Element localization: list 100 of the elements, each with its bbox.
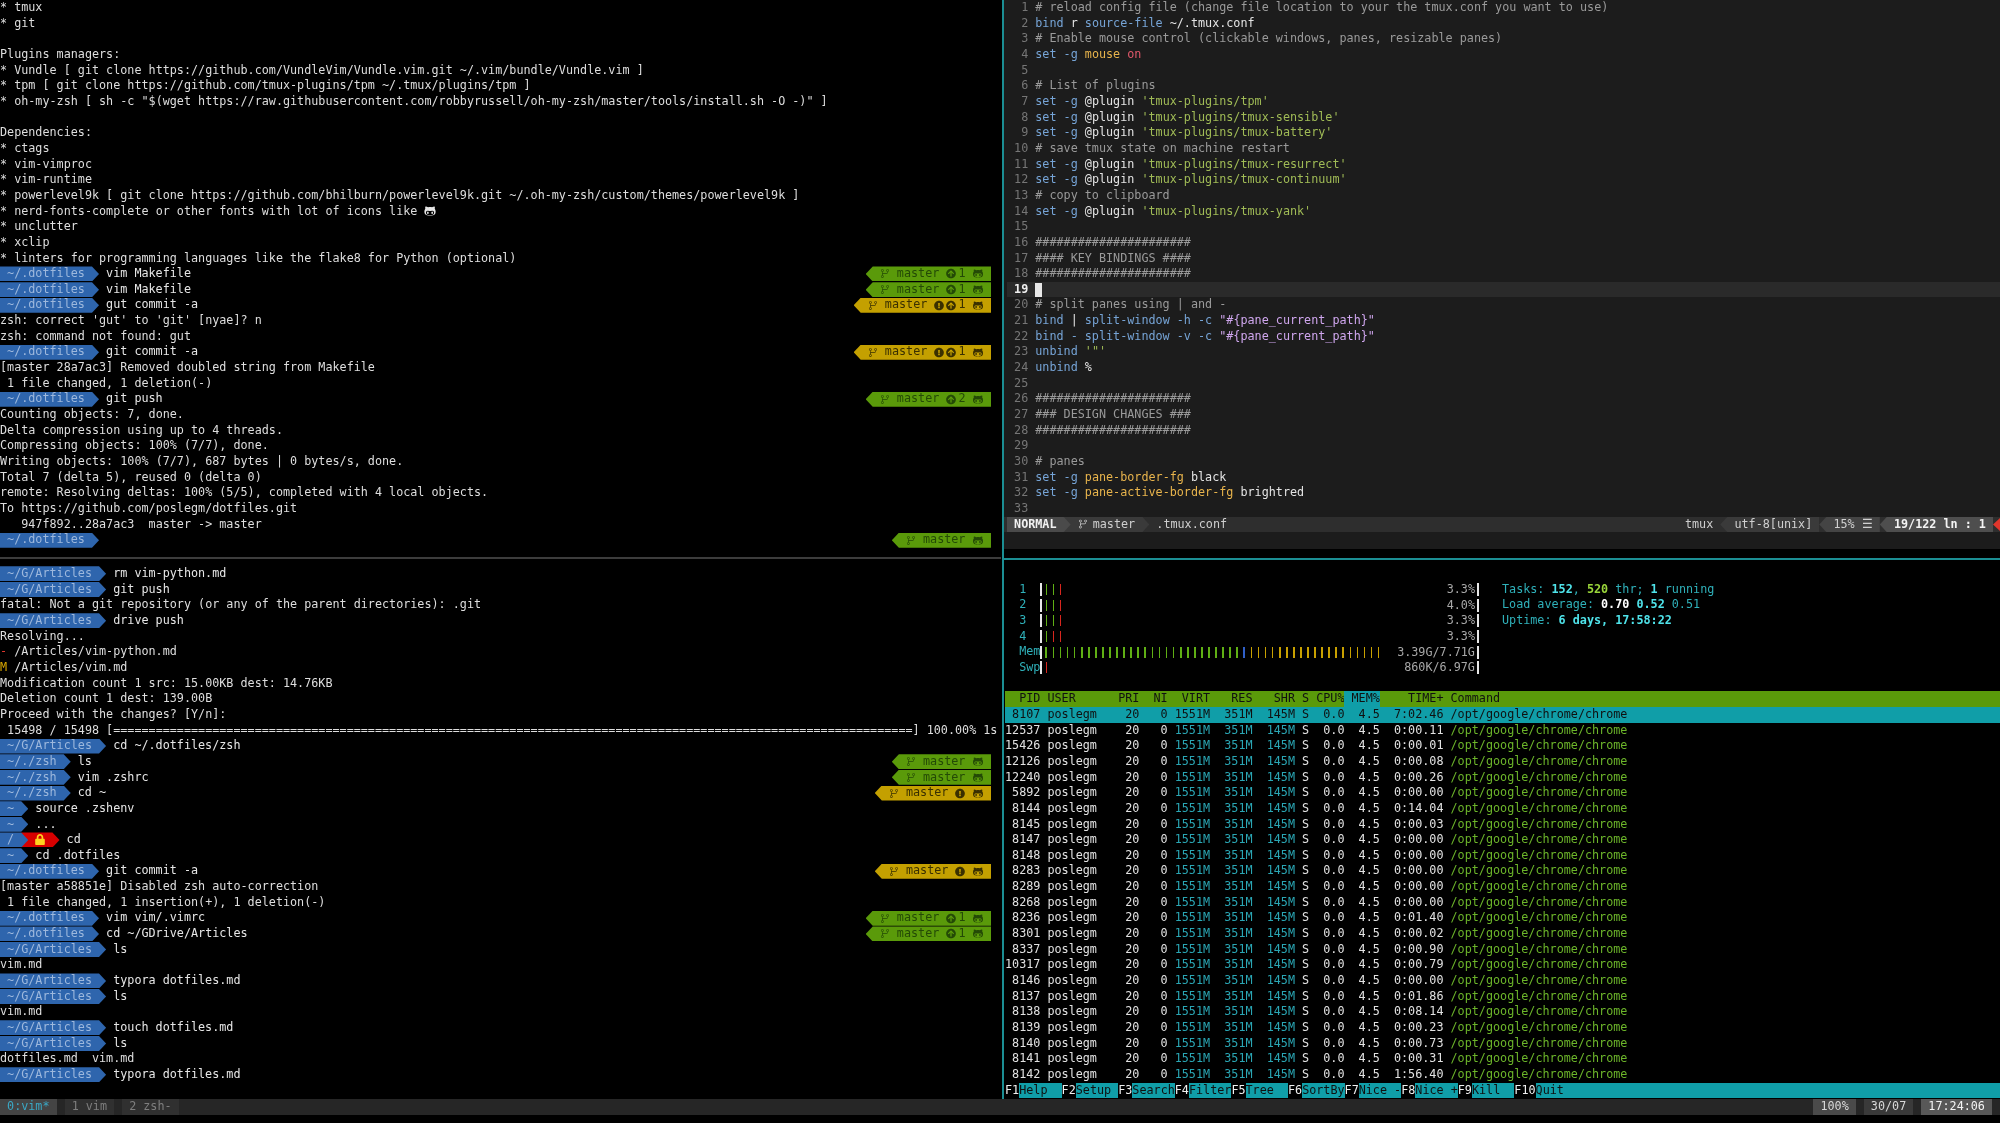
table-cell: 1551M — [1174, 847, 1211, 864]
column-header[interactable]: RES — [1231, 691, 1253, 707]
process-row[interactable]: 8140 poslegm 20 0 1551M 351M 145M S 0.0 4.5 0:00.73 /opt/google/chrome/chrome — [1005, 1035, 2000, 1052]
function-key-button[interactable]: Help — [1019, 1082, 1062, 1099]
process-row[interactable]: 8142 poslegm 20 0 1551M 351M 145M S 0.0 4.5 1:56.40 /opt/google/chrome/chrome — [1005, 1067, 2000, 1083]
table-cell: 20 — [1125, 722, 1140, 739]
process-row[interactable]: 12240 poslegm 20 0 1551M 351M 145M S 0.0 4.5 0:00.26 /opt/google/chrome/chrome — [1005, 769, 2000, 786]
column-header[interactable]: Command — [1450, 691, 1501, 707]
process-row[interactable]: 10317 poslegm 20 0 1551M 351M 145M S 0.0 4.5 0:00.79 /opt/google/chrome/chrome — [1005, 957, 2000, 974]
ahead-count: 1 — [958, 266, 966, 282]
table-cell: 145M — [1266, 863, 1295, 880]
function-key-button[interactable]: Nice + — [1415, 1082, 1458, 1099]
column-header[interactable]: CPU% — [1316, 691, 1345, 707]
prompt-path: ~/.dotfiles — [0, 863, 100, 879]
process-row[interactable]: 8148 poslegm 20 0 1551M 351M 145M S 0.0 4.5 0:00.00 /opt/google/chrome/chrome — [1005, 847, 2000, 864]
process-row[interactable]: 15426 poslegm 20 0 1551M 351M 145M S 0.0 4.5 0:00.01 /opt/google/chrome/chrome — [1005, 738, 2000, 754]
table-cell: 0.0 — [1323, 738, 1345, 754]
table-cell: 0 — [1160, 863, 1168, 880]
window-tab[interactable]: 2 zsh- — [122, 1099, 179, 1115]
process-row[interactable]: 8337 poslegm 20 0 1551M 351M 145M S 0.0 4.5 0:00.90 /opt/google/chrome/chrome — [1005, 941, 2000, 958]
cat-icon — [972, 534, 983, 546]
function-key-button[interactable]: Nice - — [1358, 1082, 1402, 1099]
table-cell: 1551M — [1174, 910, 1211, 927]
column-header[interactable]: SHR — [1273, 691, 1295, 707]
table-cell: 12126 — [1005, 753, 1041, 770]
code-text: bind r source-file ~/.tmux.conf — [1035, 15, 1255, 32]
table-cell: poslegm — [1047, 973, 1097, 989]
table-cell: poslegm — [1047, 753, 1097, 770]
function-key-button[interactable]: Quit — [1535, 1082, 1578, 1099]
meter-label: 2 — [1019, 597, 1027, 613]
table-cell: poslegm — [1047, 722, 1097, 739]
process-row[interactable]: 12537 poslegm 20 0 1551M 351M 145M S 0.0 4.5 0:00.11 /opt/google/chrome/chrome — [1005, 722, 2000, 739]
meter-label: Mem — [1019, 644, 1041, 660]
change-mark: M — [0, 659, 8, 676]
column-header[interactable]: NI — [1153, 691, 1168, 707]
table-cell: poslegm — [1047, 894, 1097, 911]
table-cell: S — [1302, 800, 1310, 817]
code-text: #### KEY BINDINGS #### — [1035, 250, 1191, 267]
table-cell: 8236 — [1012, 910, 1041, 927]
table-cell: 145M — [1266, 973, 1295, 989]
column-header[interactable]: VIRT — [1181, 691, 1211, 707]
process-row[interactable]: 8144 poslegm 20 0 1551M 351M 145M S 0.0 4.5 0:14.04 /opt/google/chrome/chrome — [1005, 800, 2000, 817]
process-row[interactable]: 8268 poslegm 20 0 1551M 351M 145M S 0.0 4.5 0:00.00 /opt/google/chrome/chrome — [1005, 894, 2000, 911]
function-key-button[interactable]: SortBy — [1302, 1082, 1345, 1099]
column-header[interactable]: PRI — [1118, 691, 1140, 707]
table-cell: 0 — [1160, 785, 1168, 801]
branch-icon — [879, 912, 890, 924]
table-cell: 145M — [1266, 1035, 1295, 1052]
window-tab[interactable]: 1 vim — [64, 1099, 115, 1115]
code-text: ###################### — [1035, 234, 1191, 251]
prompt-path: ~/.dotfiles — [0, 910, 100, 926]
code-text: set -g @plugin 'tmux-plugins/tmux-battery' — [1035, 125, 1333, 141]
function-key-button[interactable]: Setup — [1075, 1082, 1119, 1099]
column-header[interactable]: PID — [1019, 691, 1041, 707]
process-row[interactable]: 8147 poslegm 20 0 1551M 351M 145M S 0.0 4.5 0:00.00 /opt/google/chrome/chrome — [1005, 832, 2000, 848]
table-cell: 8137 — [1012, 988, 1041, 1005]
process-row[interactable]: 8139 poslegm 20 0 1551M 351M 145M S 0.0 4.5 0:00.23 /opt/google/chrome/chrome — [1005, 1020, 2000, 1036]
command-text: git commit -a — [106, 863, 199, 880]
process-row[interactable]: 5892 poslegm 20 0 1551M 351M 145M S 0.0 4.5 0:00.00 /opt/google/chrome/chrome — [1005, 785, 2000, 801]
process-row[interactable]: 8146 poslegm 20 0 1551M 351M 145M S 0.0 4.5 0:00.00 /opt/google/chrome/chrome — [1005, 973, 2000, 989]
column-header[interactable]: TIME+ — [1408, 691, 1444, 707]
process-row[interactable]: 8137 poslegm 20 0 1551M 351M 145M S 0.0 4.5 0:01.86 /opt/google/chrome/chrome — [1005, 988, 2000, 1005]
process-row[interactable]: 8138 poslegm 20 0 1551M 351M 145M S 0.0 4.5 0:08.14 /opt/google/chrome/chrome — [1005, 1004, 2000, 1021]
process-row[interactable]: 8141 poslegm 20 0 1551M 351M 145M S 0.0 4.5 0:00.31 /opt/google/chrome/chrome — [1005, 1051, 2000, 1067]
process-row[interactable]: 8145 poslegm 20 0 1551M 351M 145M S 0.0 4.5 0:00.03 /opt/google/chrome/chrome — [1005, 816, 2000, 833]
table-cell: 4.5 — [1358, 879, 1380, 895]
function-key-button[interactable]: Kill — [1471, 1082, 1515, 1099]
table-cell: poslegm — [1047, 1067, 1097, 1083]
process-row[interactable]: 8236 poslegm 20 0 1551M 351M 145M S 0.0 4.5 0:01.40 /opt/google/chrome/chrome — [1005, 910, 2000, 927]
table-cell: /opt/google/chrome/chrome — [1450, 1035, 1628, 1052]
table-cell: 0:00.90 — [1393, 941, 1444, 958]
table-cell: 1551M — [1174, 988, 1211, 1005]
table-cell: 1551M — [1174, 1051, 1211, 1067]
function-key: F8 — [1401, 1082, 1416, 1099]
process-row[interactable]: 12126 poslegm 20 0 1551M 351M 145M S 0.0 4.5 0:00.08 /opt/google/chrome/chrome — [1005, 753, 2000, 770]
table-cell: 8139 — [1012, 1020, 1041, 1036]
column-header[interactable]: S — [1302, 691, 1310, 707]
table-cell: poslegm — [1047, 706, 1097, 723]
process-row[interactable]: 8283 poslegm 20 0 1551M 351M 145M S 0.0 4.5 0:00.00 /opt/google/chrome/chrome — [1005, 863, 2000, 880]
process-row[interactable]: 8301 poslegm 20 0 1551M 351M 145M S 0.0 4.5 0:00.02 /opt/google/chrome/chrome — [1005, 926, 2000, 942]
branch-icon — [879, 928, 890, 940]
table-cell: 4.5 — [1358, 785, 1380, 801]
cat-icon — [972, 771, 983, 783]
code-text: set -g pane-border-fg black — [1035, 469, 1227, 486]
prompt-path: ~/G/Articles — [0, 566, 107, 582]
code-text: ###################### — [1035, 391, 1191, 408]
function-key-button[interactable]: Search — [1132, 1082, 1175, 1099]
column-header[interactable]: USER — [1047, 691, 1076, 707]
branch-name: master — [896, 910, 940, 927]
table-cell: 145M — [1266, 988, 1295, 1005]
window-tab[interactable]: 0:vim* — [0, 1099, 57, 1115]
table-cell: 351M — [1224, 1004, 1253, 1021]
table-cell: S — [1302, 926, 1310, 942]
prompt-path: ~/.dotfiles — [0, 266, 100, 282]
process-row[interactable]: 8289 poslegm 20 0 1551M 351M 145M S 0.0 4.5 0:00.00 /opt/google/chrome/chrome — [1005, 879, 2000, 895]
output-line: * vim-vimproc — [0, 156, 92, 173]
table-cell: 20 — [1125, 1020, 1140, 1036]
table-cell: 0.0 — [1323, 847, 1345, 864]
table-cell: /opt/google/chrome/chrome — [1450, 816, 1628, 833]
column-header[interactable]: MEM% — [1344, 691, 1380, 707]
